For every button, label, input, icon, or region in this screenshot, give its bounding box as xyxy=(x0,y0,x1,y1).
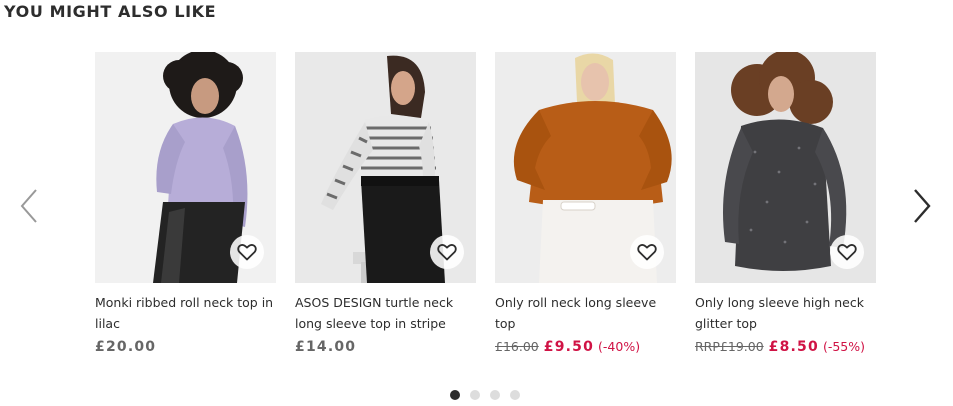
product-price: £14.00 xyxy=(295,339,357,355)
save-for-later-button[interactable] xyxy=(630,235,664,269)
heart-icon xyxy=(237,244,257,261)
product-price-row: RRP£19.00 £8.50 (-55%) xyxy=(695,339,865,355)
product-carousel: Monki ribbed roll neck top in lilac £20.… xyxy=(95,52,876,362)
product-name[interactable]: Only long sleeve high neck glitter top xyxy=(695,292,876,334)
discount-badge: (-55%) xyxy=(822,339,866,354)
product-card[interactable]: Only long sleeve high neck glitter top R… xyxy=(695,52,876,355)
product-image[interactable] xyxy=(495,52,676,283)
chevron-right-icon xyxy=(914,189,931,223)
carousel-next-button[interactable] xyxy=(909,186,933,226)
pagination-dot-2[interactable] xyxy=(470,390,480,400)
sale-price: £8.50 xyxy=(768,339,819,355)
chevron-left-icon xyxy=(20,189,37,223)
product-name[interactable]: Only roll neck long sleeve top xyxy=(495,292,676,334)
sale-price: £9.50 xyxy=(543,339,595,355)
product-price-row: £20.00 xyxy=(95,339,156,355)
heart-icon xyxy=(637,244,657,261)
product-image[interactable] xyxy=(695,52,876,283)
product-name[interactable]: ASOS DESIGN turtle neck long sleeve top … xyxy=(295,292,476,334)
product-image[interactable] xyxy=(95,52,276,283)
discount-badge: (-40%) xyxy=(598,339,641,354)
product-price: £20.00 xyxy=(95,339,157,355)
product-card[interactable]: Only roll neck long sleeve top £16.00 £9.… xyxy=(495,52,676,355)
carousel-pagination xyxy=(450,390,520,400)
section-title: YOU MIGHT ALSO LIKE xyxy=(4,2,217,21)
pagination-dot-4[interactable] xyxy=(510,390,520,400)
save-for-later-button[interactable] xyxy=(430,235,464,269)
product-card[interactable]: ASOS DESIGN turtle neck long sleeve top … xyxy=(295,52,476,355)
product-card[interactable]: Monki ribbed roll neck top in lilac £20.… xyxy=(95,52,276,355)
pagination-dot-1[interactable] xyxy=(450,390,460,400)
product-price-row: £16.00 £9.50 (-40%) xyxy=(495,339,640,355)
product-image[interactable] xyxy=(295,52,476,283)
product-price-row: £14.00 xyxy=(295,339,356,355)
pagination-dot-3[interactable] xyxy=(490,390,500,400)
heart-icon xyxy=(437,244,457,261)
save-for-later-button[interactable] xyxy=(830,235,864,269)
heart-icon xyxy=(837,244,857,261)
original-price: £16.00 xyxy=(495,339,539,354)
carousel-prev-button[interactable] xyxy=(18,186,42,226)
save-for-later-button[interactable] xyxy=(230,235,264,269)
original-price: RRP£19.00 xyxy=(695,339,764,354)
product-name[interactable]: Monki ribbed roll neck top in lilac xyxy=(95,292,276,334)
